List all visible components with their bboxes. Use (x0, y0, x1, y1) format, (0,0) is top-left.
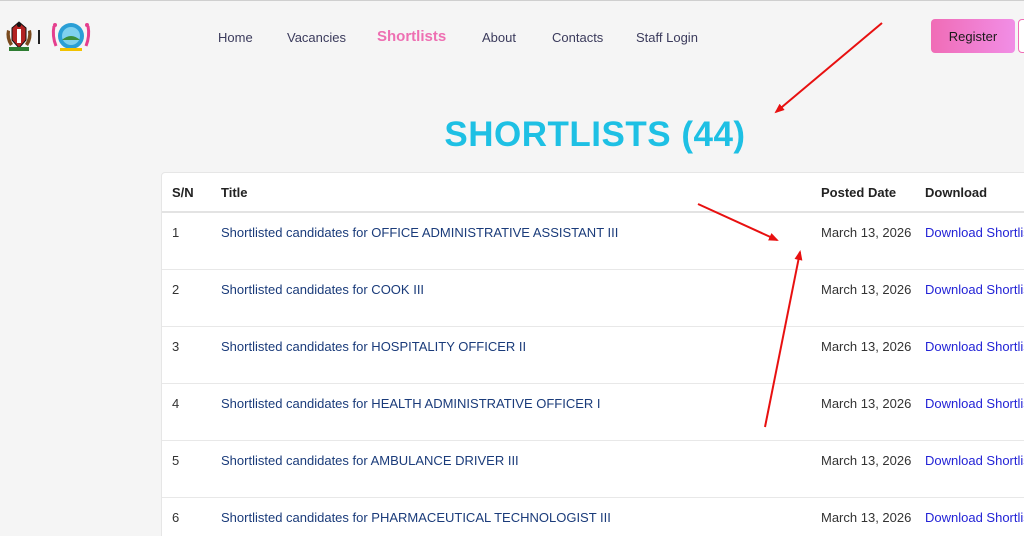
register-button[interactable]: Register (931, 19, 1015, 53)
row-title-link[interactable]: Shortlisted candidates for PHARMACEUTICA… (221, 510, 611, 525)
row-date: March 13, 2026 (821, 510, 912, 525)
row-title-link[interactable]: Shortlisted candidates for AMBULANCE DRI… (221, 453, 519, 468)
header: Home Vacancies Shortlists About Contacts… (0, 0, 1024, 76)
row-title-link[interactable]: Shortlisted candidates for HEALTH ADMINI… (221, 396, 601, 411)
login-button-edge[interactable] (1018, 19, 1024, 53)
row-date: March 13, 2026 (821, 453, 912, 468)
row-date: March 13, 2026 (821, 339, 912, 354)
nav-home[interactable]: Home (218, 30, 253, 45)
download-shortlist-link[interactable]: Download Shortlist (925, 225, 1024, 240)
row-sn: 4 (172, 396, 180, 411)
main-nav: Home Vacancies Shortlists About Contacts… (0, 0, 1024, 76)
row-date: March 13, 2026 (821, 225, 912, 240)
row-sn: 5 (172, 453, 180, 468)
header-sn: S/N (162, 173, 221, 213)
page-title: SHORTLISTS (44) (444, 115, 746, 154)
table-header-row: S/N Title Posted Date Download (162, 173, 1024, 213)
table-row: 1 Shortlisted candidates for OFFICE ADMI… (162, 212, 1024, 270)
table-row: 3 Shortlisted candidates for HOSPITALITY… (162, 326, 1024, 384)
nav-staff-login[interactable]: Staff Login (636, 30, 698, 45)
row-sn: 1 (172, 225, 180, 240)
row-sn: 6 (172, 510, 180, 525)
header-download: Download (925, 173, 1024, 213)
shortlists-table: S/N Title Posted Date Download 1 Shortli… (161, 172, 1024, 536)
row-date: March 13, 2026 (821, 396, 912, 411)
nav-shortlists[interactable]: Shortlists (377, 28, 446, 45)
nav-about[interactable]: About (482, 30, 516, 45)
row-title-link[interactable]: Shortlisted candidates for HOSPITALITY O… (221, 339, 526, 354)
row-date: March 13, 2026 (821, 282, 912, 297)
table-row: 4 Shortlisted candidates for HEALTH ADMI… (162, 383, 1024, 441)
download-shortlist-link[interactable]: Download Shortlist (925, 510, 1024, 525)
header-title: Title (221, 173, 821, 213)
nav-contacts[interactable]: Contacts (552, 30, 603, 45)
row-title-link[interactable]: Shortlisted candidates for OFFICE ADMINI… (221, 225, 618, 240)
download-shortlist-link[interactable]: Download Shortlist (925, 453, 1024, 468)
table-row: 6 Shortlisted candidates for PHARMACEUTI… (162, 497, 1024, 536)
header-posted-date: Posted Date (821, 173, 925, 213)
page: Home Vacancies Shortlists About Contacts… (0, 0, 1024, 536)
table-row: 5 Shortlisted candidates for AMBULANCE D… (162, 440, 1024, 498)
download-shortlist-link[interactable]: Download Shortlist (925, 282, 1024, 297)
download-shortlist-link[interactable]: Download Shortlist (925, 339, 1024, 354)
row-sn: 2 (172, 282, 180, 297)
download-shortlist-link[interactable]: Download Shortlist (925, 396, 1024, 411)
nav-vacancies[interactable]: Vacancies (287, 30, 346, 45)
table-row: 2 Shortlisted candidates for COOK III Ma… (162, 269, 1024, 327)
row-sn: 3 (172, 339, 180, 354)
row-title-link[interactable]: Shortlisted candidates for COOK III (221, 282, 424, 297)
